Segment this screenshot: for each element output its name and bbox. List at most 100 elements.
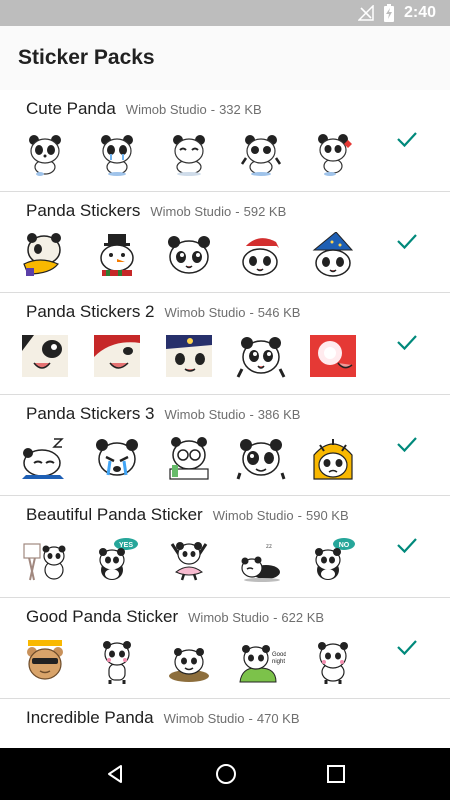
pack-header: Beautiful Panda Sticker Wimob Studio - 5… bbox=[26, 505, 349, 525]
svg-text:night: night bbox=[272, 659, 285, 665]
pack-meta: Wimob Studio - 386 KB bbox=[165, 407, 301, 422]
sticker-pack-list[interactable]: Cute Panda Wimob Studio - 332 KB Panda S… bbox=[0, 90, 450, 748]
panda-police-sticker bbox=[166, 335, 212, 377]
panda-tiger-sticker bbox=[313, 438, 353, 480]
pack-publisher: Wimob Studio bbox=[212, 508, 294, 523]
pack-header: Panda Stickers 3 Wimob Studio - 386 KB bbox=[26, 404, 300, 424]
bear-cool-sticker bbox=[27, 639, 63, 680]
meta-separator: - bbox=[297, 508, 302, 523]
pack-size: 546 KB bbox=[257, 305, 301, 320]
sticker-previews: Good night bbox=[20, 638, 358, 684]
added-check-icon[interactable] bbox=[396, 331, 418, 353]
sticker-previews bbox=[20, 231, 358, 278]
pack-name: Panda Stickers 3 bbox=[26, 403, 155, 423]
meta-separator: - bbox=[210, 102, 216, 117]
pack-publisher: Wimob Studio bbox=[164, 305, 246, 320]
pack-header: Panda Stickers Wimob Studio - 592 KB bbox=[26, 201, 286, 221]
panda-wizard-sticker bbox=[312, 231, 354, 277]
page-title: Sticker Packs bbox=[18, 46, 155, 69]
added-check-icon[interactable] bbox=[396, 534, 418, 556]
snowman-sticker bbox=[100, 233, 134, 276]
no-label: NO bbox=[339, 542, 350, 549]
panda-sticker bbox=[101, 135, 133, 176]
panda-closeup-sticker bbox=[22, 335, 68, 377]
pack-meta: Wimob Studio - 592 KB bbox=[150, 204, 286, 219]
panda-flash-sticker bbox=[310, 335, 356, 377]
status-bar: 2:40 bbox=[0, 0, 450, 26]
pack-size: 332 KB bbox=[219, 102, 262, 117]
meta-separator: - bbox=[249, 406, 254, 422]
panda-sticker bbox=[236, 438, 286, 479]
pack-meta: Wimob Studio - 622 KB bbox=[188, 610, 324, 625]
panda-sticker bbox=[236, 337, 286, 378]
pack-size: 386 KB bbox=[257, 406, 301, 422]
added-check-icon[interactable] bbox=[396, 433, 418, 455]
panda-sticker bbox=[173, 135, 205, 176]
sticker-pack-item[interactable]: Panda Stickers 2 Wimob Studio - 546 KB bbox=[0, 293, 450, 395]
panda-crying-sticker bbox=[96, 438, 138, 476]
panda-lying-sticker: zz bbox=[241, 544, 280, 582]
meta-separator: - bbox=[248, 711, 253, 726]
pack-header: Cute Panda Wimob Studio - 332 KB bbox=[26, 99, 262, 119]
sticker-previews: YES zz NO bbox=[20, 536, 358, 582]
status-time: 2:40 bbox=[403, 4, 436, 21]
pack-name: Good Panda Sticker bbox=[26, 606, 179, 626]
meta-separator: - bbox=[249, 305, 254, 320]
panda-green-sticker: Good night bbox=[239, 644, 286, 682]
added-check-icon[interactable] bbox=[396, 230, 418, 252]
yes-label: YES bbox=[119, 542, 133, 549]
pack-publisher: Wimob Studio bbox=[164, 406, 246, 422]
added-check-icon[interactable] bbox=[396, 636, 418, 658]
sticker-pack-item[interactable]: Beautiful Panda Sticker Wimob Studio - 5… bbox=[0, 496, 450, 598]
sticker-pack-item[interactable]: Good Panda Sticker Wimob Studio - 622 KB bbox=[0, 598, 450, 699]
panda-standing-sticker bbox=[103, 640, 131, 684]
sticker-pack-item[interactable]: Panda Stickers Wimob Studio - 592 KB bbox=[0, 192, 450, 293]
panda-duck-sticker bbox=[23, 232, 61, 276]
pack-name: Cute Panda bbox=[26, 99, 116, 118]
sticker-previews bbox=[20, 435, 358, 481]
panda-painter-sticker bbox=[23, 543, 66, 581]
home-icon[interactable] bbox=[214, 762, 238, 786]
no-signal-icon bbox=[357, 5, 374, 21]
meta-separator: - bbox=[235, 203, 240, 219]
panda-dancing-sticker bbox=[170, 542, 208, 581]
pack-name: Beautiful Panda Sticker bbox=[26, 505, 203, 524]
panda-mud-sticker bbox=[169, 647, 209, 682]
pack-size: 470 KB bbox=[256, 711, 300, 726]
panda-yes-sticker: YES bbox=[99, 538, 138, 580]
recents-icon[interactable] bbox=[326, 764, 346, 784]
back-icon[interactable] bbox=[104, 763, 126, 785]
pack-publisher: Wimob Studio bbox=[150, 203, 232, 219]
pack-meta: Wimob Studio - 332 KB bbox=[126, 102, 262, 117]
panda-sticker bbox=[168, 235, 210, 274]
pack-publisher: Wimob Studio bbox=[125, 102, 207, 117]
pack-size: 592 KB bbox=[243, 203, 287, 219]
pack-meta: Wimob Studio - 546 KB bbox=[165, 305, 301, 320]
panda-closeup-sticker bbox=[94, 335, 140, 377]
panda-sticker bbox=[318, 641, 348, 684]
pack-header: Good Panda Sticker Wimob Studio - 622 KB bbox=[26, 607, 324, 627]
sticker-pack-item[interactable]: Panda Stickers 3 Wimob Studio - 386 KB bbox=[0, 395, 450, 496]
pack-name: Panda Stickers bbox=[26, 200, 141, 220]
sticker-pack-item[interactable]: Incredible Panda Wimob Studio - 470 KB bbox=[0, 699, 450, 748]
pack-meta: Wimob Studio - 590 KB bbox=[213, 508, 349, 523]
panda-no-sticker: NO bbox=[315, 538, 355, 580]
sticker-pack-item[interactable]: Cute Panda Wimob Studio - 332 KB bbox=[0, 90, 450, 192]
panda-sleeping-sticker bbox=[22, 437, 64, 479]
pack-header: Incredible Panda Wimob Studio - 470 KB bbox=[26, 708, 300, 728]
sticker-previews bbox=[20, 130, 358, 176]
battery-charging-icon bbox=[383, 4, 394, 22]
added-check-icon[interactable] bbox=[396, 128, 418, 150]
svg-text:zz: zz bbox=[266, 544, 272, 550]
pack-header: Panda Stickers 2 Wimob Studio - 546 KB bbox=[26, 302, 300, 322]
pack-size: 622 KB bbox=[281, 609, 325, 625]
panda-santa-sticker bbox=[242, 237, 283, 276]
pack-meta: Wimob Studio - 470 KB bbox=[164, 711, 300, 726]
meta-separator: - bbox=[273, 609, 278, 625]
sticker-previews bbox=[20, 333, 358, 379]
pack-publisher: Wimob Studio bbox=[163, 711, 245, 726]
panda-sticker bbox=[240, 135, 282, 176]
pack-publisher: Wimob Studio bbox=[188, 609, 270, 625]
panda-doctor-sticker bbox=[169, 436, 209, 480]
panda-sticker bbox=[318, 134, 352, 176]
